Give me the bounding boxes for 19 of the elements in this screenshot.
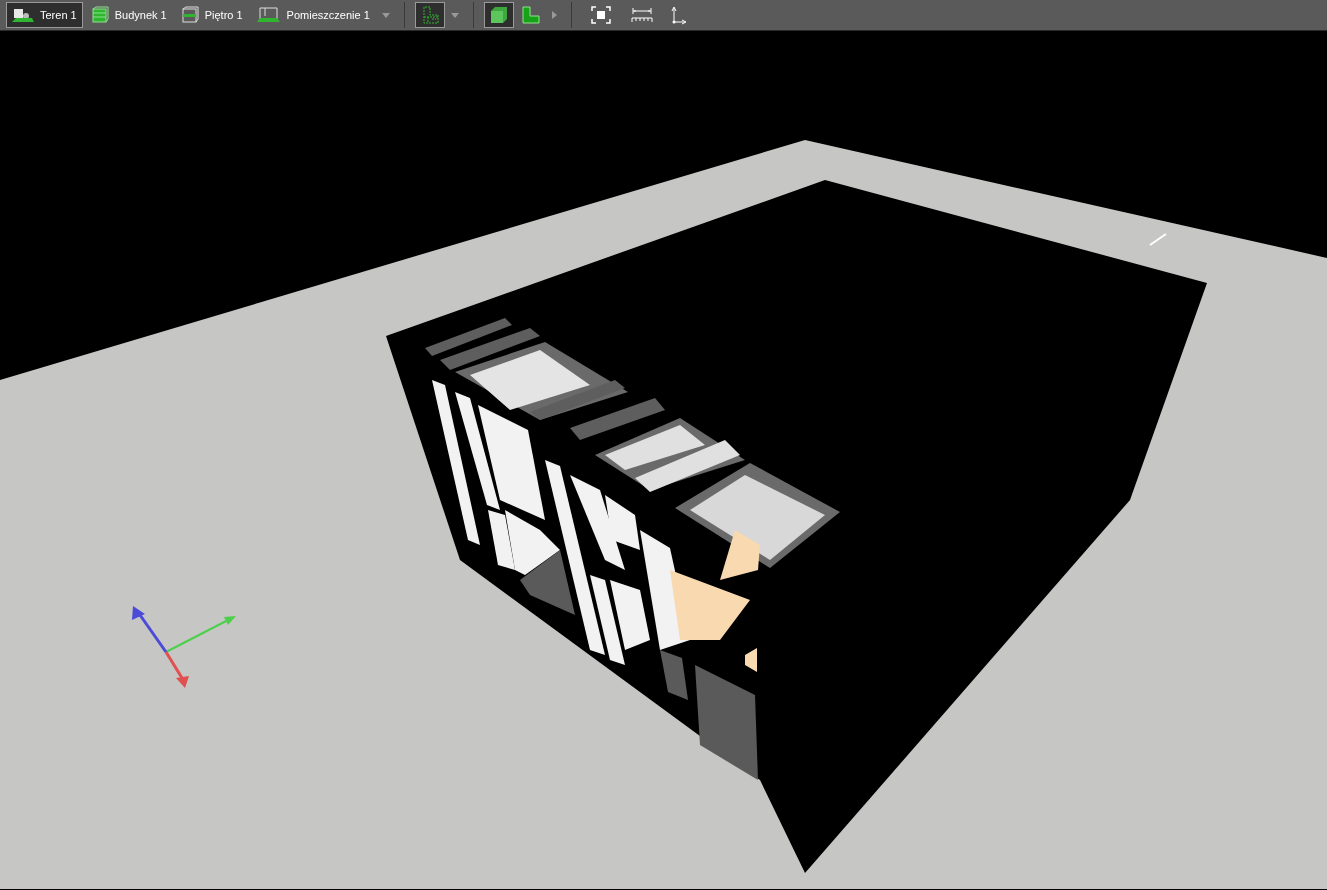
breadcrumb-tab[interactable]: Pomieszczenie 1 [250, 2, 376, 28]
cube-icon [488, 5, 509, 25]
l-shape-icon [521, 6, 540, 24]
breadcrumb-tab[interactable]: Teren 1 [6, 2, 83, 28]
fit-view-icon [590, 6, 611, 24]
terrain-icon [12, 7, 34, 23]
ruler-icon [630, 7, 653, 23]
floor-icon [180, 6, 199, 24]
building-icon [90, 6, 109, 24]
marker-line [1149, 233, 1167, 246]
caret-icon[interactable] [450, 12, 459, 18]
caret-icon[interactable] [551, 11, 557, 19]
axes-icon [669, 5, 688, 25]
cube-button[interactable] [483, 2, 514, 28]
breadcrumb-tab[interactable]: Piętro 1 [174, 2, 249, 28]
room-icon [256, 6, 281, 24]
caret-icon[interactable] [381, 12, 390, 18]
floor-plan-button[interactable] [414, 2, 445, 28]
breadcrumb-tab[interactable]: Budynek 1 [84, 2, 173, 28]
